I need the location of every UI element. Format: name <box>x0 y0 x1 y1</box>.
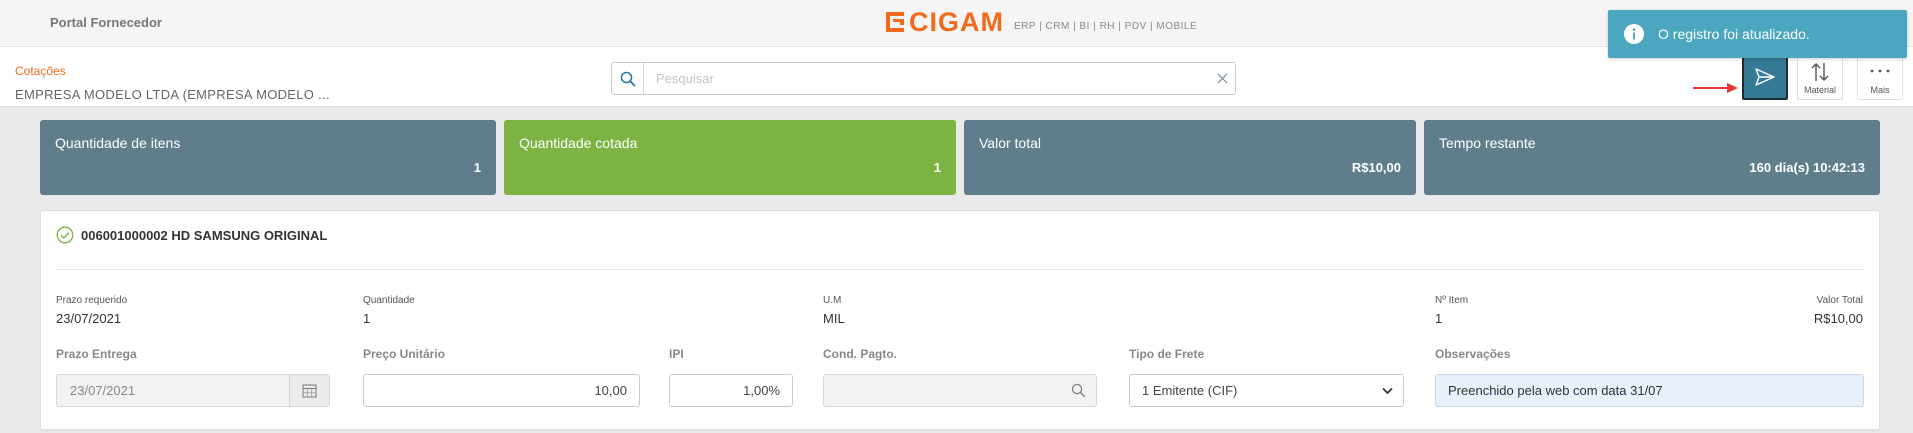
um-value: MIL <box>823 311 845 326</box>
company-name: EMPRESA MODELO LTDA (EMPRESA MODELO ... <box>15 87 330 102</box>
nr-item-value: 1 <box>1435 311 1443 326</box>
card-label: Quantidade de itens <box>55 135 181 151</box>
prazo-requerido-label: Prazo requerido <box>56 295 128 306</box>
search-input[interactable] <box>644 64 1209 93</box>
sort-arrows-icon <box>1811 63 1829 81</box>
chevron-down-icon <box>1382 387 1393 394</box>
search-icon[interactable] <box>612 63 644 94</box>
prazo-entrega-label: Prazo Entrega <box>56 347 137 361</box>
prazo-entrega-field[interactable]: 23/07/2021 <box>56 374 330 407</box>
red-arrow-icon <box>1693 83 1738 93</box>
logo-tagline: ERP | CRM | BI | RH | PDV | MOBILE <box>1014 20 1198 32</box>
preco-unitario-label: Preço Unitário <box>363 347 446 361</box>
cond-pagto-label: Cond. Pagto. <box>823 347 897 361</box>
item-title: 006001000002 HD SAMSUNG ORIGINAL <box>81 227 328 243</box>
card-value: 1 <box>473 160 481 175</box>
toast-message: O registro foi atualizado. <box>1658 26 1810 42</box>
tipo-frete-label: Tipo de Frete <box>1129 347 1205 361</box>
observacoes-input[interactable]: Preenchido pela web com data 31/07 <box>1435 374 1864 407</box>
card-value: R$10,00 <box>1351 160 1401 175</box>
item-panel: 006001000002 HD SAMSUNG ORIGINAL Prazo r… <box>40 210 1880 430</box>
info-icon <box>1624 24 1644 44</box>
card-quantidade-cotada: Quantidade cotada 1 <box>504 120 956 195</box>
search-icon[interactable] <box>1071 383 1086 398</box>
send-button[interactable] <box>1742 54 1788 100</box>
quantidade-label: Quantidade <box>363 295 415 306</box>
valor-total-value: R$10,00 <box>1813 311 1863 326</box>
cigam-logo: CIGAM ERP | CRM | BI | RH | PDV | MOBILE <box>884 7 1198 37</box>
nr-item-label: Nº Item <box>1435 295 1469 306</box>
preco-unitario-input[interactable]: 10,00 <box>363 374 640 407</box>
card-label: Quantidade cotada <box>519 135 638 151</box>
valor-total-label: Valor Total <box>1816 295 1863 306</box>
observacoes-label: Observações <box>1435 347 1511 361</box>
cond-pagto-input[interactable] <box>823 374 1097 407</box>
logo-text: CIGAM <box>909 7 1004 37</box>
card-value: 1 <box>933 160 941 175</box>
prazo-entrega-value: 23/07/2021 <box>70 383 136 398</box>
um-label: U.M <box>823 295 842 306</box>
more-dots-icon <box>1870 69 1890 73</box>
prazo-requerido-value: 23/07/2021 <box>56 311 122 326</box>
more-label: Mais <box>1870 85 1890 95</box>
material-label: Material <box>1803 85 1836 95</box>
card-valor-total: Valor total R$10,00 <box>964 120 1416 195</box>
more-button[interactable]: Mais <box>1857 54 1903 100</box>
toast-notification[interactable]: O registro foi atualizado. <box>1608 10 1907 58</box>
check-circle-icon <box>56 226 74 244</box>
tipo-frete-value: 1 Emitente (CIF) <box>1142 383 1238 398</box>
card-quantidade-itens: Quantidade de itens 1 <box>40 120 496 195</box>
divider <box>56 269 1864 270</box>
card-label: Tempo restante <box>1439 135 1536 151</box>
item-header: 006001000002 HD SAMSUNG ORIGINAL <box>56 226 327 244</box>
send-icon <box>1755 68 1775 86</box>
search-box <box>611 62 1236 95</box>
portal-title[interactable]: Portal Fornecedor <box>50 15 162 30</box>
ipi-label: IPI <box>669 347 684 361</box>
cigam-logo-icon <box>886 12 904 32</box>
breadcrumb[interactable]: Cotações <box>15 64 66 78</box>
quantidade-value: 1 <box>363 311 371 326</box>
card-tempo-restante: Tempo restante 160 dia(s) 10:42:13 <box>1424 120 1880 195</box>
calendar-icon[interactable] <box>289 375 329 406</box>
tipo-frete-select[interactable]: 1 Emitente (CIF) <box>1129 374 1404 407</box>
clear-icon[interactable] <box>1209 73 1235 84</box>
material-button[interactable]: Material <box>1797 54 1843 100</box>
card-label: Valor total <box>979 135 1041 151</box>
ipi-input[interactable]: 1,00% <box>669 374 793 407</box>
card-value: 160 dia(s) 10:42:13 <box>1749 160 1865 175</box>
